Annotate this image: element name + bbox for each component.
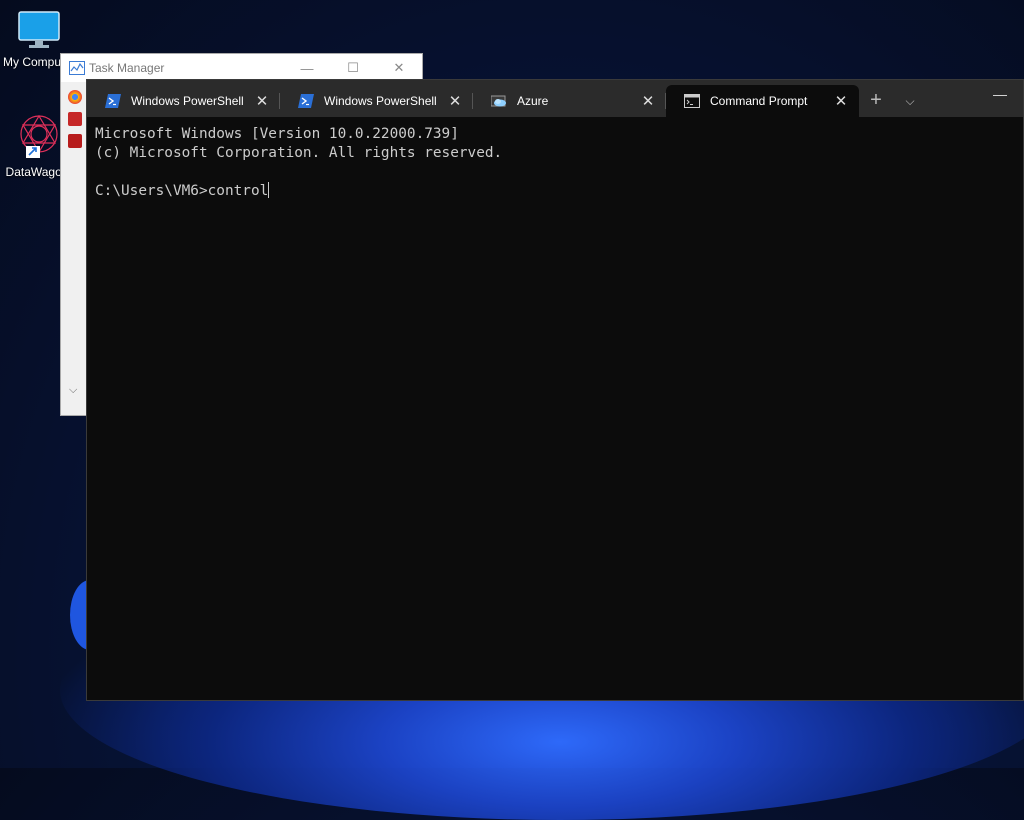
task-manager-titlebar[interactable]: Task Manager — ☐ ✕ bbox=[61, 54, 422, 82]
console-line: Microsoft Windows [Version 10.0.22000.73… bbox=[95, 126, 459, 142]
maximize-button[interactable]: ☐ bbox=[330, 60, 376, 76]
console-output[interactable]: Microsoft Windows [Version 10.0.22000.73… bbox=[87, 117, 1023, 209]
close-button[interactable]: ✕ bbox=[376, 60, 422, 76]
tab-close-button[interactable]: ✕ bbox=[445, 92, 465, 110]
tab-windows-powershell-1[interactable]: Windows PowerShell ✕ bbox=[87, 85, 280, 117]
tab-windows-powershell-2[interactable]: Windows PowerShell ✕ bbox=[280, 85, 473, 117]
task-manager-icon bbox=[69, 61, 85, 75]
cmd-icon bbox=[684, 94, 700, 108]
app-process-icon[interactable] bbox=[68, 112, 82, 126]
console-line: (c) Microsoft Corporation. All rights re… bbox=[95, 145, 503, 161]
powershell-icon bbox=[105, 94, 121, 108]
new-tab-button[interactable]: + bbox=[859, 85, 893, 117]
tab-label: Windows PowerShell bbox=[131, 94, 244, 108]
tab-close-button[interactable]: ✕ bbox=[831, 92, 851, 110]
tab-close-button[interactable]: ✕ bbox=[638, 92, 658, 110]
tab-label: Azure bbox=[517, 94, 549, 108]
terminal-process-icon[interactable] bbox=[68, 134, 82, 148]
tab-azure[interactable]: Azure ✕ bbox=[473, 85, 666, 117]
terminal-window[interactable]: Windows PowerShell ✕ Windows PowerShell … bbox=[86, 79, 1024, 701]
tab-label: Windows PowerShell bbox=[324, 94, 437, 108]
tab-label: Command Prompt bbox=[710, 94, 808, 108]
console-prompt-line: C:\Users\VM6>control bbox=[95, 182, 1015, 201]
text-cursor bbox=[268, 182, 270, 198]
datawagon-icon bbox=[20, 114, 58, 158]
minimize-button[interactable]: — bbox=[284, 61, 330, 76]
console-line: ​ bbox=[95, 163, 1015, 182]
monitor-icon bbox=[18, 11, 60, 48]
tab-bar: Windows PowerShell ✕ Windows PowerShell … bbox=[87, 80, 1023, 117]
tab-close-button[interactable]: ✕ bbox=[252, 92, 272, 110]
azure-cloud-icon bbox=[491, 94, 507, 108]
console-input: C:\Users\VM6>control bbox=[95, 183, 269, 199]
chevron-down-icon[interactable]: ⌵ bbox=[69, 384, 77, 397]
task-manager-process-icons bbox=[61, 82, 87, 415]
tab-dropdown-button[interactable]: ⌵ bbox=[893, 85, 927, 117]
tab-command-prompt[interactable]: Command Prompt ✕ bbox=[666, 85, 859, 117]
chrome-icon[interactable] bbox=[68, 90, 82, 104]
minimize-button[interactable]: — bbox=[993, 86, 1007, 102]
powershell-icon bbox=[298, 94, 314, 108]
task-manager-title: Task Manager bbox=[89, 61, 165, 75]
